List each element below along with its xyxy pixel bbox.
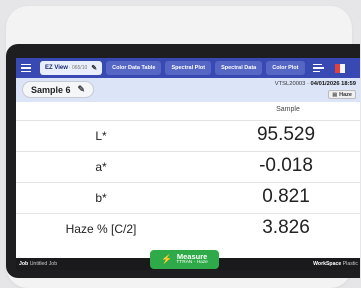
row-value: 3.826: [262, 217, 310, 238]
column-header-sample: Sample: [276, 106, 300, 113]
tab-ez-view-sub: · 065/10: [68, 65, 88, 71]
row-value: -0.018: [259, 155, 313, 176]
mode-chip-label: Haze: [339, 91, 352, 98]
sample-name-button[interactable]: Sample 6 ✎: [22, 81, 95, 98]
edit-pencil-icon: ✎: [77, 84, 86, 94]
measure-mode: TTRAN - Haze: [176, 260, 208, 266]
tab-color-data-table[interactable]: Color Data Table: [106, 61, 162, 75]
workspace-label: WorkSpace: [313, 261, 342, 267]
tab-ez-view-label: EZ View: [45, 65, 68, 71]
table-row: Haze % [C/2] 3.826: [16, 213, 360, 244]
job-value: Untitled Job: [29, 261, 58, 267]
row-value: 95.529: [256, 124, 316, 145]
lightning-icon: ⚡: [161, 254, 173, 264]
tab-spectral-data[interactable]: Spectral Data: [215, 61, 263, 75]
instrument-info: VTSL20003 · 04/01/2026 18:59: [275, 81, 356, 87]
tab-spectral-plot[interactable]: Spectral Plot: [165, 61, 212, 75]
sample-name: Sample 6: [31, 84, 71, 95]
measurement-datetime: 04/01/2026 18:59: [310, 81, 356, 87]
job-info[interactable]: Job Untitled Job: [19, 261, 57, 267]
haze-icon: ▤: [332, 91, 338, 98]
tab-bar: EZ View · 065/10 ✎ Color Data Table Spec…: [16, 58, 360, 78]
row-value: 0.821: [262, 186, 310, 207]
sample-header: Sample 6 ✎ VTSL20003 · 04/01/2026 18:59 …: [16, 78, 360, 102]
tab-color-plot[interactable]: Color Plot: [266, 61, 305, 75]
data-table: L* 95.529 a* -0.018 b* 0.821 Haze % [C/2…: [16, 120, 360, 244]
workspace-value: Plastic: [342, 261, 358, 267]
row-label: b*: [95, 191, 107, 205]
mode-chip[interactable]: ▤ Haze: [328, 90, 356, 99]
app-screen: EZ View · 065/10 ✎ Color Data Table Spec…: [16, 58, 360, 270]
hamburger-menu-icon[interactable]: [16, 58, 36, 78]
row-label: L*: [95, 129, 107, 143]
workspace-info[interactable]: WorkSpace Plastic: [313, 261, 358, 267]
table-row: a* -0.018: [16, 151, 360, 182]
tab-list-icon[interactable]: [312, 61, 329, 75]
flag-icon[interactable]: [334, 63, 345, 73]
row-label: Haze % [C/2]: [65, 222, 137, 236]
measure-button[interactable]: ⚡ Measure TTRAN - Haze: [150, 250, 219, 269]
table-row: b* 0.821: [16, 182, 360, 213]
pencil-icon[interactable]: ✎: [91, 64, 97, 72]
column-header: Sample: [16, 106, 360, 118]
job-label: Job: [19, 261, 29, 267]
tab-ez-view[interactable]: EZ View · 065/10 ✎: [40, 61, 103, 75]
table-row: L* 95.529: [16, 120, 360, 151]
row-label: a*: [95, 160, 107, 174]
instrument-id: VTSL20003: [274, 81, 306, 87]
